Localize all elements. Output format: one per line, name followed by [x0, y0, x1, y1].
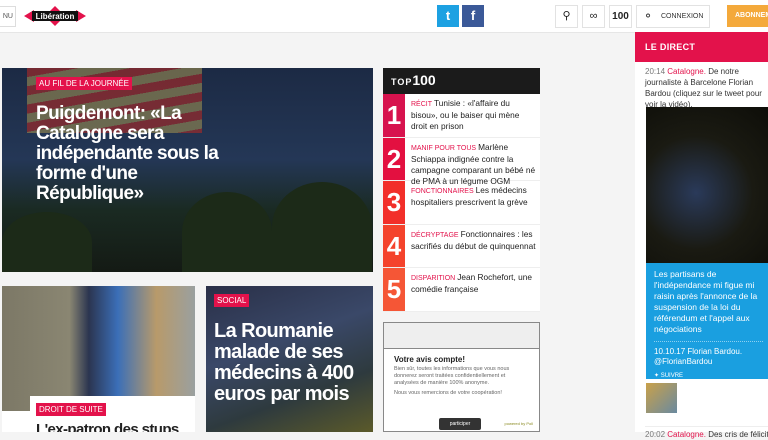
facebook-share-button[interactable]: f [462, 5, 484, 27]
article-tag[interactable]: DROIT DE SUITE [36, 403, 106, 416]
live-entry[interactable]: 20:02 Catalogne. Des cris de félicité [645, 426, 768, 440]
embedded-tweet[interactable]: Les partisans de l'indépendance mi figue… [646, 263, 768, 379]
header: NU Libération t f ⚲ ∞ 100 ⚬ CONNEXION AB… [0, 0, 768, 33]
tweet-photo[interactable] [646, 107, 768, 263]
hero-tag[interactable]: AU FIL DE LA JOURNÉE [36, 77, 132, 90]
ad-body: Bien sûr, toutes les informations que vo… [394, 366, 529, 387]
connexion-button[interactable]: ⚬ CONNEXION [636, 5, 710, 28]
entry-category[interactable]: Catalogne. [667, 67, 706, 76]
search-icon: ⚲ [562, 10, 570, 22]
top100-item[interactable]: 1 RÉCITTunisie : «l'affaire du bisou», o… [383, 94, 540, 138]
participer-button[interactable]: participer [439, 418, 481, 430]
live-entry[interactable]: 20:14 Catalogne. De notre journaliste à … [645, 66, 768, 110]
tweet-text: Les partisans de l'indépendance mi figue… [654, 269, 763, 335]
item-kicker: DISPARITION [411, 275, 455, 282]
article-title[interactable]: La Roumanie malade de ses médecins à 400… [214, 321, 373, 405]
tweet-meta: 10.10.17 Florian Bardou. [654, 347, 763, 357]
hero-image-palm [182, 192, 272, 272]
facebook-icon: f [471, 8, 475, 23]
item-kicker: DÉCRYPTAGE [411, 232, 459, 239]
rank-number: 4 [383, 225, 405, 268]
svg-text:Libération: Libération [36, 12, 75, 21]
twitter-icon: t [446, 8, 450, 23]
entry-time: 20:14 [645, 67, 665, 76]
live-feed: LE DIRECT 20:14 Catalogne. De notre jour… [635, 35, 768, 432]
user-icon: ⚬ [643, 6, 653, 27]
twitter-bird-icon: ✦ [654, 373, 659, 379]
item-kicker: MANIF POUR TOUS [411, 145, 476, 152]
article-card[interactable]: SOCIAL La Roumanie malade de ses médecin… [206, 286, 373, 432]
powered-by: powered by Poll [505, 421, 533, 426]
hero-image-palm [2, 212, 92, 272]
top100-item[interactable]: 4 DÉCRYPTAGEFonctionnaires : les sacrifi… [383, 225, 540, 269]
article-title[interactable]: L'ex-patron des stups [36, 421, 189, 432]
top100-item[interactable]: 2 MANIF POUR TOUSMarlène Schiappa indign… [383, 138, 540, 182]
tweet-handle[interactable]: @FlorianBardou [654, 357, 763, 367]
article-card[interactable]: DROIT DE SUITE L'ex-patron des stups [2, 286, 195, 432]
hero-article[interactable]: AU FIL DE LA JOURNÉE Puigdemont: «La Cat… [2, 68, 373, 272]
rank-number: 1 [383, 94, 405, 137]
menu-button[interactable]: NU [0, 6, 16, 27]
top100-button[interactable]: 100 [609, 5, 632, 28]
rank-number: 2 [383, 138, 405, 181]
live-feed-title: LE DIRECT [635, 35, 768, 62]
rank-number: 5 [383, 268, 405, 311]
ad-heading: Votre avis compte! [394, 355, 539, 364]
item-kicker: RÉCIT [411, 101, 432, 108]
top100-item[interactable]: 5 DISPARITIONJean Rochefort, une comédie… [383, 268, 540, 312]
ad-thanks: Nous vous remercions de votre coopératio… [394, 390, 529, 397]
hero-image-palm [272, 182, 372, 272]
rank-number: 3 [383, 181, 405, 224]
article-image [2, 286, 195, 411]
top100-title: TOP100 [383, 68, 540, 94]
survey-ad: Votre avis compte! Bien sûr, toutes les … [383, 322, 540, 432]
article-tag[interactable]: SOCIAL [214, 294, 249, 307]
top100-item[interactable]: 3 FONCTIONNAIRESLes médecins hospitalier… [383, 181, 540, 225]
abonnement-button[interactable]: ABONNEMENT [727, 5, 768, 27]
search-button[interactable]: ⚲ [555, 5, 578, 28]
item-kicker: FONCTIONNAIRES [411, 188, 474, 195]
top100-panel: TOP100 1 RÉCITTunisie : «l'affaire du bi… [383, 68, 540, 312]
infinite-button[interactable]: ∞ [582, 5, 605, 28]
twitter-share-button[interactable]: t [437, 5, 459, 27]
follow-button[interactable]: ✦ SUIVRE [654, 371, 763, 381]
connexion-label: CONNEXION [661, 13, 703, 20]
infinity-icon: ∞ [590, 10, 598, 22]
author-avatar [646, 383, 677, 413]
liberation-logo[interactable]: Libération [24, 6, 86, 26]
hero-title[interactable]: Puigdemont: «La Catalogne sera indépenda… [36, 104, 236, 204]
ad-header [384, 323, 539, 349]
